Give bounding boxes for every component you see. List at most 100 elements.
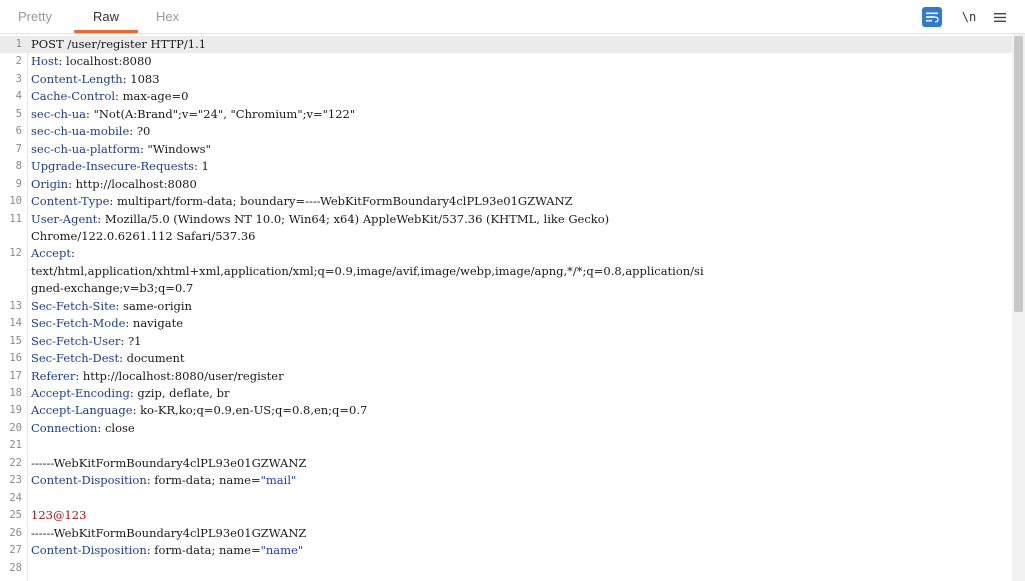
line-content: User-Agent: Mozilla/5.0 (Windows NT 10.0… [31, 211, 609, 228]
code-line: text/html,application/xhtml+xml,applicat… [0, 263, 1012, 280]
header-separator: : [115, 298, 124, 313]
header-separator: : [97, 211, 105, 226]
header-name: Sec-Fetch-User [31, 333, 121, 348]
code-line: 4 Cache-Control: max-age=0 [0, 88, 1012, 105]
header-value: max-age=0 [122, 89, 189, 104]
header-separator: : [70, 246, 75, 261]
tab-hex[interactable]: Hex [156, 9, 179, 24]
header-value: ------WebKitFormBoundary4clPL93e01GZWANZ [31, 455, 307, 470]
header-separator: : [140, 141, 148, 156]
code-line: 15 Sec-Fetch-User: ?1 [0, 333, 1012, 350]
line-number: 21 [9, 439, 22, 452]
line-content: Upgrade-Insecure-Requests: 1 [31, 158, 209, 175]
code-line: 9 Origin: http://localhost:8080 [0, 176, 1012, 193]
header-name: sec-ch-ua [31, 106, 87, 121]
code-line: 22 ------WebKitFormBoundary4clPL93e01GZWA… [0, 455, 1012, 472]
line-content: Accept-Encoding: gzip, deflate, br [31, 385, 229, 402]
line-content: Sec-Fetch-User: ?1 [31, 333, 141, 350]
message-editor-toolbar: Pretty Raw Hex \n [0, 0, 1025, 34]
line-content: sec-ch-ua: "Not(A:Brand";v="24", "Chromi… [31, 106, 355, 123]
line-content: Content-Disposition: form-data; name="na… [31, 542, 303, 559]
form-field-value: 123@123 [31, 508, 87, 523]
header-separator: : [86, 106, 94, 121]
header-separator: : [193, 159, 202, 174]
header-name: Content-Disposition [31, 473, 147, 488]
show-newlines-icon[interactable]: \n [960, 7, 978, 27]
line-content: text/html,application/xhtml+xml,applicat… [31, 263, 704, 280]
header-separator: : [75, 368, 83, 383]
header-name: Accept [31, 246, 71, 261]
line-number: 14 [9, 317, 22, 330]
header-separator: : [132, 403, 141, 418]
header-name: Content-Type [31, 194, 110, 209]
active-tab-indicator [74, 30, 138, 33]
line-content: Sec-Fetch-Mode: navigate [31, 315, 183, 332]
line-number: 9 [15, 177, 22, 190]
line-number: 28 [9, 561, 22, 574]
code-line: 24 [0, 490, 1012, 507]
line-number: 23 [9, 474, 22, 487]
line-number: 15 [9, 334, 22, 347]
line-number: 17 [9, 369, 22, 382]
line-content: 123@123 [31, 507, 86, 524]
line-content: Origin: http://localhost:8080 [31, 176, 197, 193]
header-value: text/html,application/xhtml+xml,applicat… [31, 263, 704, 278]
header-value: Chrome/122.0.6261.112 Safari/537.36 [31, 228, 256, 243]
header-value: 1 [201, 159, 209, 174]
header-value: gzip, deflate, br [137, 386, 230, 400]
line-content: Cache-Control: max-age=0 [31, 88, 188, 105]
line-number: 7 [15, 142, 22, 155]
quoted-value: "mail" [260, 473, 297, 488]
header-name: Sec-Fetch-Site [31, 298, 116, 313]
header-value: document [126, 351, 185, 366]
line-content: Content-Type: multipart/form-data; bound… [31, 193, 573, 210]
tab-pretty[interactable]: Pretty [18, 9, 52, 24]
code-line: 14 Sec-Fetch-Mode: navigate [0, 315, 1012, 332]
raw-request-editor[interactable]: 1 POST /user/register HTTP/1.1 2 Host: loca… [0, 34, 1025, 581]
header-value: same-origin [123, 298, 192, 313]
line-content: Sec-Fetch-Site: same-origin [31, 298, 192, 315]
code-line: 8 Upgrade-Insecure-Requests: 1 [0, 158, 1012, 175]
header-separator: : [125, 316, 133, 331]
header-value: multipart/form-data; boundary=----WebKit… [116, 194, 573, 209]
line-content: ------WebKitFormBoundary4clPL93e01GZWANZ [31, 525, 306, 542]
line-content: Host: localhost:8080 [31, 53, 152, 70]
line-number: 27 [9, 544, 22, 557]
header-value: Mozilla/5.0 (Windows NT 10.0; Win64; x64… [104, 211, 610, 226]
code-line: 26 ------WebKitFormBoundary4clPL93e01GZWA… [0, 525, 1012, 542]
code-line: 3 Content-Length: 1083 [0, 71, 1012, 88]
header-value: http://localhost:8080/user/register [82, 368, 284, 383]
line-number: 12 [9, 247, 22, 260]
scrollbar-thumb[interactable] [1014, 36, 1023, 312]
line-number: 19 [9, 404, 22, 417]
code-line: 21 [0, 437, 1012, 454]
code-line: 23 Content-Disposition: form-data; name="… [0, 472, 1012, 489]
line-number: 22 [9, 456, 22, 469]
code-line: 25 123@123 [0, 507, 1012, 524]
tab-raw[interactable]: Raw [93, 9, 119, 24]
code-line: 11 User-Agent: Mozilla/5.0 (Windows NT 10… [0, 211, 1012, 228]
header-separator: : [68, 176, 76, 191]
header-separator: : [58, 54, 67, 69]
line-number: 6 [15, 125, 22, 138]
header-value: navigate [132, 316, 184, 331]
code-line: 17 Referer: http://localhost:8080/user/re… [0, 368, 1012, 385]
header-name: Connection [31, 420, 98, 435]
header-name: Upgrade-Insecure-Requests [31, 159, 194, 174]
line-number: 2 [15, 55, 22, 68]
header-name: Sec-Fetch-Dest [31, 351, 120, 366]
hamburger-menu-icon[interactable] [991, 7, 1009, 27]
line-content: sec-ch-ua-platform: "Windows" [31, 141, 211, 158]
header-name: User-Agent [31, 211, 98, 226]
line-number: 5 [15, 107, 22, 120]
header-name: Accept-Language [31, 403, 133, 418]
header-separator: : [129, 124, 137, 139]
code-line: 7 sec-ch-ua-platform: "Windows" [0, 141, 1012, 158]
header-separator: : [109, 194, 117, 209]
word-wrap-toggle-icon[interactable] [922, 7, 942, 27]
line-number: 8 [15, 160, 22, 173]
header-value: POST /user/register HTTP/1.1 [31, 37, 207, 51]
header-value: "Not(A:Brand";v="24", "Chromium";v="122" [93, 106, 356, 121]
line-number: 20 [9, 421, 22, 434]
header-name: sec-ch-ua-mobile [31, 124, 130, 139]
